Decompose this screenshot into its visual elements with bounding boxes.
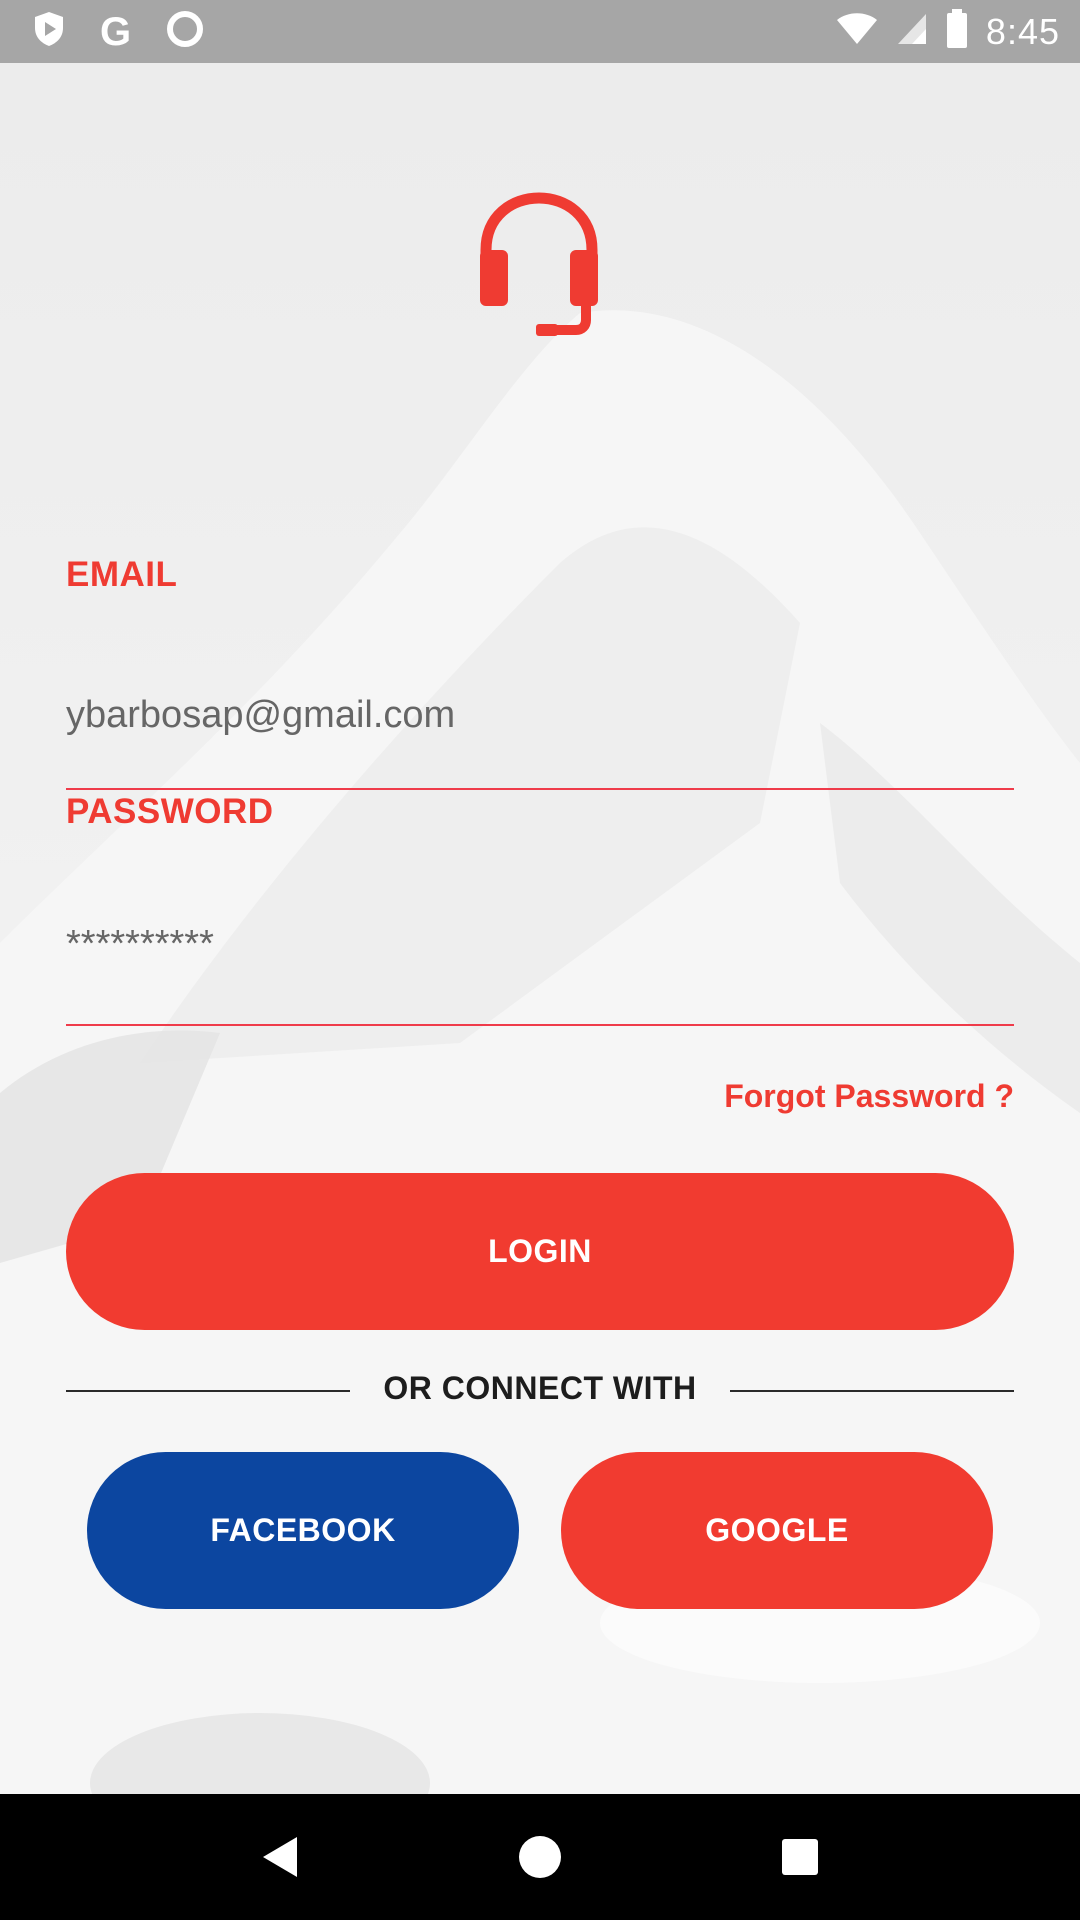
google-g-icon: G [100, 9, 132, 54]
password-input[interactable] [66, 912, 1014, 976]
password-underline [66, 1024, 1014, 1026]
clock: 8:45 [985, 10, 1060, 52]
wifi-icon [836, 12, 878, 51]
email-underline [66, 788, 1014, 790]
headset-icon [474, 188, 604, 338]
recents-icon[interactable] [755, 1812, 845, 1902]
status-bar: G 8:45 [0, 0, 1080, 63]
back-icon[interactable] [235, 1812, 325, 1902]
forgot-password-link[interactable]: Forgot Password ? [724, 1078, 1014, 1115]
email-input[interactable] [66, 683, 1014, 747]
home-icon[interactable] [495, 1812, 585, 1902]
circle-icon [165, 9, 205, 54]
shield-play-icon [32, 10, 66, 53]
cell-signal-icon [896, 12, 928, 51]
google-login-button[interactable]: GOOGLE [561, 1452, 993, 1609]
login-button[interactable]: LOGIN [66, 1173, 1014, 1330]
divider-line-left [66, 1390, 350, 1392]
status-notification-icons: G [32, 9, 205, 54]
divider-line-right [730, 1390, 1014, 1392]
status-system-icons: 8:45 [836, 9, 1060, 54]
connect-with-label: OR CONNECT WITH [383, 1370, 697, 1406]
email-label: EMAIL [66, 555, 178, 594]
facebook-login-button[interactable]: FACEBOOK [87, 1452, 519, 1609]
navigation-bar [0, 1794, 1080, 1920]
password-label: PASSWORD [66, 792, 274, 831]
battery-icon [946, 9, 968, 54]
